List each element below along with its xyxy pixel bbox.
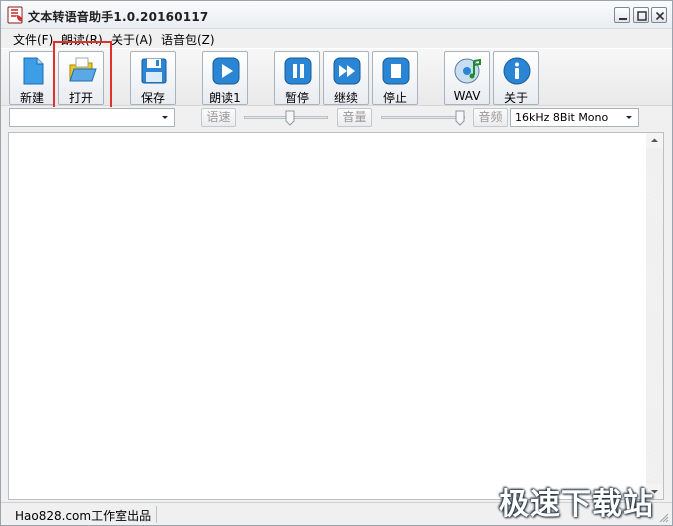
stop-icon (382, 57, 410, 85)
new-button[interactable]: 新建 (9, 51, 55, 105)
info-icon (503, 57, 531, 85)
controls-bar: 语速 音量 音频 16kHz 8Bit Mono (1, 107, 672, 129)
volume-button[interactable]: 音量 (337, 108, 372, 127)
scroll-up-icon (651, 138, 658, 142)
vertical-scrollbar[interactable] (646, 133, 663, 499)
minimize-button[interactable] (614, 7, 630, 23)
chevron-down-icon (626, 116, 632, 119)
status-separator (156, 506, 157, 523)
watermark: 极速下载站 (499, 487, 654, 522)
maximize-icon (637, 11, 647, 21)
menu-voice-pack[interactable]: 语音包(Z) (161, 31, 215, 48)
about-label: 关于 (503, 91, 528, 105)
pause-button[interactable]: 暂停 (274, 51, 320, 105)
pause-icon (284, 57, 312, 85)
continue-button[interactable]: 继续 (323, 51, 369, 105)
scroll-up-button[interactable] (646, 133, 663, 148)
volume-slider[interactable] (381, 110, 465, 126)
read-button[interactable]: 朗读1 (202, 51, 248, 105)
new-label: 新建 (19, 91, 44, 105)
volume-slider-track (381, 116, 465, 119)
about-button[interactable]: 关于 (493, 51, 539, 105)
app-icon (7, 6, 23, 24)
save-button[interactable]: 保存 (130, 51, 176, 105)
minimize-icon (619, 18, 627, 20)
speed-slider[interactable] (244, 110, 328, 126)
audio-cd-icon (454, 58, 481, 84)
maximize-button[interactable] (633, 7, 649, 23)
close-button[interactable] (651, 7, 667, 23)
app-window: 文本转语音助手1.0.20160117 文件(F) 朗读(R) 关于(A) 语音… (0, 0, 673, 526)
wav-button[interactable]: WAV (444, 51, 490, 105)
stop-button[interactable]: 停止 (372, 51, 418, 105)
menu-file[interactable]: 文件(F) (13, 31, 53, 48)
close-icon (655, 11, 665, 21)
text-editor[interactable] (8, 132, 664, 500)
new-document-icon (23, 57, 44, 85)
audio-format-select[interactable]: 16kHz 8Bit Mono (510, 108, 639, 127)
menu-about[interactable]: 关于(A) (111, 31, 153, 48)
open-button-highlight (53, 41, 112, 111)
resize-grip-icon[interactable] (657, 511, 669, 523)
play-icon (212, 57, 240, 85)
read-label: 朗读1 (209, 91, 241, 105)
title-bar[interactable]: 文本转语音助手1.0.20160117 (1, 1, 672, 29)
fast-forward-icon (333, 57, 361, 85)
continue-label: 继续 (333, 91, 358, 105)
voice-select[interactable] (9, 108, 175, 127)
volume-slider-thumb[interactable] (455, 110, 465, 126)
pause-label: 暂停 (284, 91, 309, 105)
stop-label: 停止 (382, 91, 407, 105)
frequency-button[interactable]: 音频 (473, 108, 508, 127)
audio-format-value: 16kHz 8Bit Mono (515, 111, 609, 124)
chevron-down-icon (162, 116, 168, 119)
wav-label: WAV (453, 89, 481, 103)
speed-slider-thumb[interactable] (285, 110, 295, 126)
speed-button[interactable]: 语速 (201, 108, 236, 127)
save-label: 保存 (140, 91, 165, 105)
status-text: Hao828.com工作室出品 (15, 509, 152, 523)
floppy-disk-icon (141, 58, 167, 84)
window-title: 文本转语音助手1.0.20160117 (28, 10, 209, 24)
